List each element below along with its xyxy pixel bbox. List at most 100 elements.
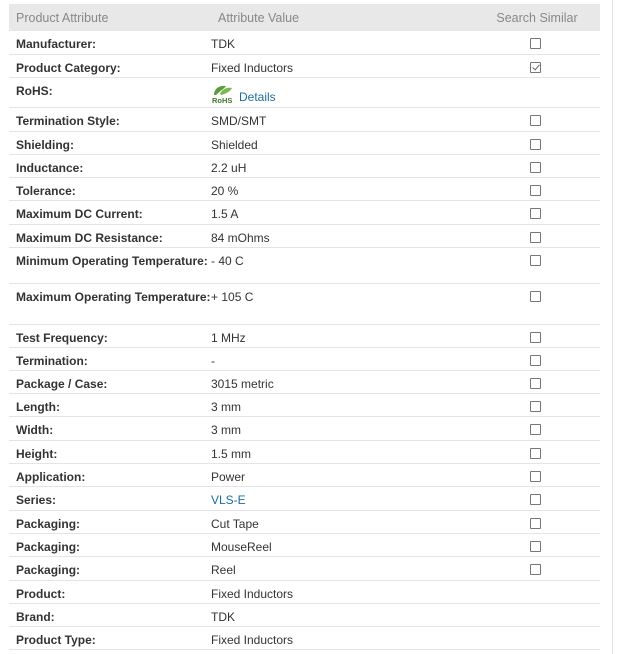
table-row-max-dc-current: Maximum DC Current: 1.5 A xyxy=(9,201,600,225)
search-similar-cell xyxy=(471,627,600,649)
attribute-label: Length: xyxy=(16,400,60,414)
table-row-package-case: Package / Case: 3015 metric xyxy=(9,371,600,394)
search-similar-cell xyxy=(471,581,600,603)
search-similar-checkbox-width[interactable] xyxy=(530,424,541,435)
search-similar-cell xyxy=(471,31,600,54)
search-similar-cell xyxy=(471,55,600,77)
search-similar-checkbox-package-case[interactable] xyxy=(530,378,541,389)
search-similar-cell xyxy=(471,132,600,154)
attribute-value: 2.2 uH xyxy=(211,161,247,175)
table-body: Manufacturer: TDK Product Category: Fixed I… xyxy=(9,31,600,650)
search-similar-checkbox-packaging-cut-tape[interactable] xyxy=(530,518,541,529)
attribute-label: Height: xyxy=(16,447,58,461)
search-similar-cell xyxy=(471,108,600,131)
attribute-value: MouseReel xyxy=(211,540,272,554)
search-similar-checkbox-termination[interactable] xyxy=(530,355,541,366)
search-similar-checkbox-packaging-mousereel[interactable] xyxy=(530,541,541,552)
attribute-label: Maximum DC Resistance: xyxy=(16,231,163,245)
attribute-label: Product Type: xyxy=(16,633,96,647)
attribute-value: Fixed Inductors xyxy=(211,61,294,75)
product-attributes-table: Product Attribute Attribute Value Search… xyxy=(9,4,600,650)
attribute-value: 1.5 mm xyxy=(211,447,252,461)
search-similar-cell xyxy=(471,178,600,200)
table-row-packaging-cut-tape: Packaging: Cut Tape xyxy=(9,511,600,534)
attribute-value: 1.5 A xyxy=(211,207,239,221)
search-similar-checkbox-series[interactable] xyxy=(530,494,541,505)
table-row-height: Height: 1.5 mm xyxy=(9,441,600,464)
table-row-packaging-reel: Packaging: Reel xyxy=(9,557,600,581)
table-row-termination: Termination: - xyxy=(9,348,600,371)
attribute-label: Termination: xyxy=(16,354,88,368)
search-similar-cell xyxy=(471,78,600,107)
table-row-inductance: Inductance: 2.2 uH xyxy=(9,155,600,178)
attribute-label: Packaging: xyxy=(16,517,81,531)
rohs-leaf-icon: RoHS xyxy=(212,85,232,104)
attribute-label: Termination Style: xyxy=(16,114,120,128)
table-header: Product Attribute Attribute Value Search… xyxy=(9,4,600,31)
header-attribute-value: Attribute Value xyxy=(218,10,300,25)
search-similar-cell xyxy=(471,201,600,224)
attribute-label: Product Category: xyxy=(16,61,121,75)
attribute-value: TDK xyxy=(211,37,235,51)
search-similar-cell xyxy=(471,441,600,463)
attribute-label: Test Frequency: xyxy=(16,331,108,345)
attribute-value: Cut Tape xyxy=(211,517,259,531)
search-similar-checkbox-tolerance[interactable] xyxy=(530,185,541,196)
search-similar-checkbox-packaging-reel[interactable] xyxy=(530,564,541,575)
attribute-value: Fixed Inductors xyxy=(211,633,294,647)
search-similar-checkbox-max-operating-temp[interactable] xyxy=(530,291,541,302)
attribute-label: Manufacturer: xyxy=(16,37,97,51)
table-row-manufacturer: Manufacturer: TDK xyxy=(9,31,600,55)
search-similar-cell xyxy=(471,464,600,486)
search-similar-checkbox-length[interactable] xyxy=(530,401,541,412)
attribute-value: 1 MHz xyxy=(211,331,246,345)
attribute-label: Product: xyxy=(16,587,66,601)
rohs-details-link[interactable]: Details xyxy=(239,90,276,104)
search-similar-checkbox-inductance[interactable] xyxy=(530,162,541,173)
search-similar-cell xyxy=(471,511,600,533)
table-row-max-dc-resistance: Maximum DC Resistance: 84 mOhms xyxy=(9,225,600,248)
header-search-similar: Search Similar xyxy=(496,10,578,25)
search-similar-checkbox-max-dc-current[interactable] xyxy=(530,208,541,219)
rohs-logo-label: RoHS xyxy=(212,96,232,104)
attribute-label: Shielding: xyxy=(16,138,74,152)
attribute-label: Width: xyxy=(16,423,54,437)
attribute-value: + 105 C xyxy=(211,290,254,304)
search-similar-checkbox-termination-style[interactable] xyxy=(530,115,541,126)
table-row-product: Product: Fixed Inductors xyxy=(9,581,600,604)
search-similar-cell xyxy=(471,604,600,626)
table-row-length: Length: 3 mm xyxy=(9,394,600,417)
search-similar-checkbox-max-dc-resistance[interactable] xyxy=(530,232,541,243)
attribute-label: Package / Case: xyxy=(16,377,108,391)
search-similar-checkbox-height[interactable] xyxy=(530,448,541,459)
attribute-value: TDK xyxy=(211,610,235,624)
search-similar-checkbox-product-category[interactable] xyxy=(530,62,541,73)
table-row-application: Application: Power xyxy=(9,464,600,487)
search-similar-checkbox-shielding[interactable] xyxy=(530,139,541,150)
attribute-value: 3 mm xyxy=(211,423,241,437)
search-similar-checkbox-application[interactable] xyxy=(530,471,541,482)
attribute-value: Reel xyxy=(211,563,236,577)
table-row-rohs: RoHS: RoHS Details xyxy=(9,78,600,108)
rohs-value: RoHS Details xyxy=(211,78,471,107)
table-row-product-category: Product Category: Fixed Inductors xyxy=(9,55,600,78)
attribute-label: Application: xyxy=(16,470,86,484)
table-row-shielding: Shielding: Shielded xyxy=(9,132,600,155)
search-similar-checkbox-min-operating-temp[interactable] xyxy=(530,255,541,266)
search-similar-cell xyxy=(471,225,600,247)
attribute-value: 20 % xyxy=(211,184,239,198)
table-row-product-type: Product Type: Fixed Inductors xyxy=(9,627,600,650)
attribute-value: 3 mm xyxy=(211,400,241,414)
search-similar-cell xyxy=(471,284,600,324)
search-similar-checkbox-test-frequency[interactable] xyxy=(530,332,541,343)
attribute-label: Maximum DC Current: xyxy=(16,207,143,221)
search-similar-cell xyxy=(471,248,600,283)
attribute-label: Series: xyxy=(16,493,57,507)
series-link[interactable]: VLS-E xyxy=(211,493,246,507)
table-row-termination-style: Termination Style: SMD/SMT xyxy=(9,108,600,132)
series-value: VLS-E xyxy=(211,487,471,510)
search-similar-cell xyxy=(471,348,600,370)
search-similar-cell xyxy=(471,155,600,177)
attribute-value: - xyxy=(211,354,215,368)
search-similar-checkbox-manufacturer[interactable] xyxy=(530,38,541,49)
